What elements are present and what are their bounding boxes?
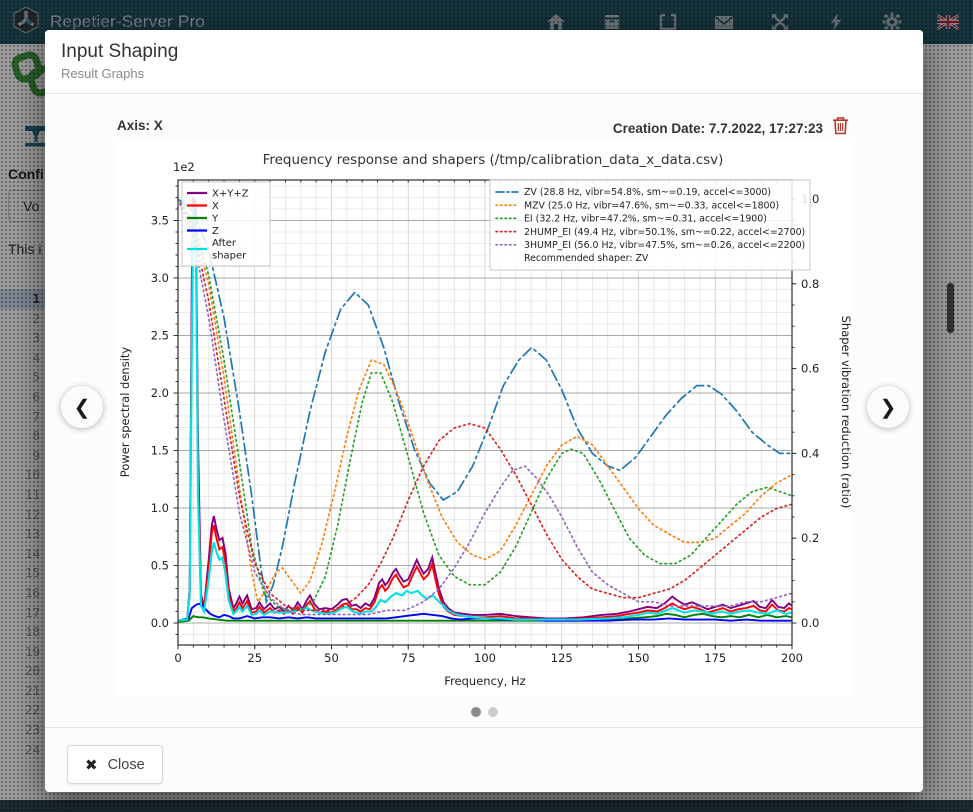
svg-text:ZV (28.8 Hz, vibr=54.8%, sm~=0: ZV (28.8 Hz, vibr=54.8%, sm~=0.19, accel… <box>524 187 771 198</box>
chevron-right-icon: ❯ <box>880 395 897 420</box>
svg-text:125: 125 <box>551 651 573 665</box>
svg-text:shaper: shaper <box>212 251 247 262</box>
svg-text:100: 100 <box>474 651 496 665</box>
close-button-label: Close <box>108 757 145 773</box>
close-x-icon: ✖ <box>85 756 98 774</box>
svg-text:1e2: 1e2 <box>173 160 195 174</box>
modal-title: Input Shaping <box>61 41 907 63</box>
svg-text:200: 200 <box>781 651 803 665</box>
svg-text:After: After <box>212 238 237 249</box>
creation-date-row: Creation Date: 7.7.2022, 17:27:23 <box>613 116 849 140</box>
svg-text:Shaper vibration reduction (ra: Shaper vibration reduction (ratio) <box>839 316 852 509</box>
svg-text:Recommended shaper: ZV: Recommended shaper: ZV <box>524 253 649 264</box>
carousel-dot-2[interactable] <box>488 707 498 717</box>
svg-text:MZV (25.0 Hz, vibr=47.6%, sm~=: MZV (25.0 Hz, vibr=47.6%, sm~=0.33, acce… <box>524 200 779 211</box>
modal-header: Input Shaping Result Graphs <box>45 30 923 94</box>
legend-label: X+Y+Z <box>212 189 249 200</box>
axis-label: Axis: X <box>117 118 163 133</box>
svg-text:0.4: 0.4 <box>801 446 819 460</box>
creation-date-label: Creation Date: 7.7.2022, 17:27:23 <box>613 121 823 136</box>
carousel-next-button[interactable]: ❯ <box>867 386 909 428</box>
modal-subtitle: Result Graphs <box>61 66 907 81</box>
svg-text:0: 0 <box>174 651 181 665</box>
input-shaping-modal: Input Shaping Result Graphs Axis: X Crea… <box>45 30 923 792</box>
svg-text:3.5: 3.5 <box>151 214 169 228</box>
legend-label: Y <box>211 214 219 225</box>
svg-text:1.5: 1.5 <box>151 444 169 458</box>
svg-text:75: 75 <box>401 651 416 665</box>
carousel-prev-button[interactable]: ❮ <box>61 386 103 428</box>
svg-text:3.0: 3.0 <box>151 271 169 285</box>
svg-text:1.0: 1.0 <box>151 501 169 515</box>
delete-trash-icon[interactable] <box>832 116 849 140</box>
svg-text:3HUMP_EI (56.0 Hz, vibr=47.5%,: 3HUMP_EI (56.0 Hz, vibr=47.5%, sm~=0.26,… <box>524 240 805 251</box>
svg-text:Power spectral density: Power spectral density <box>118 347 132 478</box>
svg-text:0.5: 0.5 <box>151 559 169 573</box>
frequency-response-chart: 0 25 50 75 100 125 150 175 200 0.0 0.5 1.0 1.5 2.0 2.5… <box>115 140 852 697</box>
svg-text:EI (32.2 Hz, vibr=47.2%, sm~=0: EI (32.2 Hz, vibr=47.2%, sm~=0.31, accel… <box>524 214 767 225</box>
svg-text:0.2: 0.2 <box>801 531 819 545</box>
svg-text:0.6: 0.6 <box>801 362 819 376</box>
svg-text:2.5: 2.5 <box>151 329 169 343</box>
carousel-dot-1[interactable] <box>471 707 481 717</box>
svg-text:2.0: 2.0 <box>151 386 169 400</box>
svg-text:Frequency, Hz: Frequency, Hz <box>444 674 525 688</box>
carousel-dots[interactable] <box>45 707 923 717</box>
screen: Repetier-Server Pro <box>0 0 973 812</box>
legend-label: Z <box>212 226 219 237</box>
result-graph-image: 0 25 50 75 100 125 150 175 200 0.0 0.5 1.0 1.5 2.0 2.5… <box>115 140 852 697</box>
footer-divider <box>45 727 923 728</box>
svg-text:50: 50 <box>324 651 339 665</box>
svg-text:0.0: 0.0 <box>801 616 819 630</box>
svg-text:150: 150 <box>628 651 650 665</box>
svg-text:0.0: 0.0 <box>151 616 169 630</box>
close-button[interactable]: ✖ Close <box>67 745 163 784</box>
svg-text:2HUMP_EI (49.4 Hz, vibr=50.1%,: 2HUMP_EI (49.4 Hz, vibr=50.1%, sm~=0.22,… <box>524 227 805 238</box>
svg-text:Frequency response and shapers: Frequency response and shapers (/tmp/cal… <box>263 152 724 168</box>
svg-text:25: 25 <box>247 651 262 665</box>
svg-text:0.8: 0.8 <box>801 277 819 291</box>
legend-label: X <box>212 201 219 212</box>
chevron-left-icon: ❮ <box>74 395 91 420</box>
svg-text:175: 175 <box>704 651 726 665</box>
